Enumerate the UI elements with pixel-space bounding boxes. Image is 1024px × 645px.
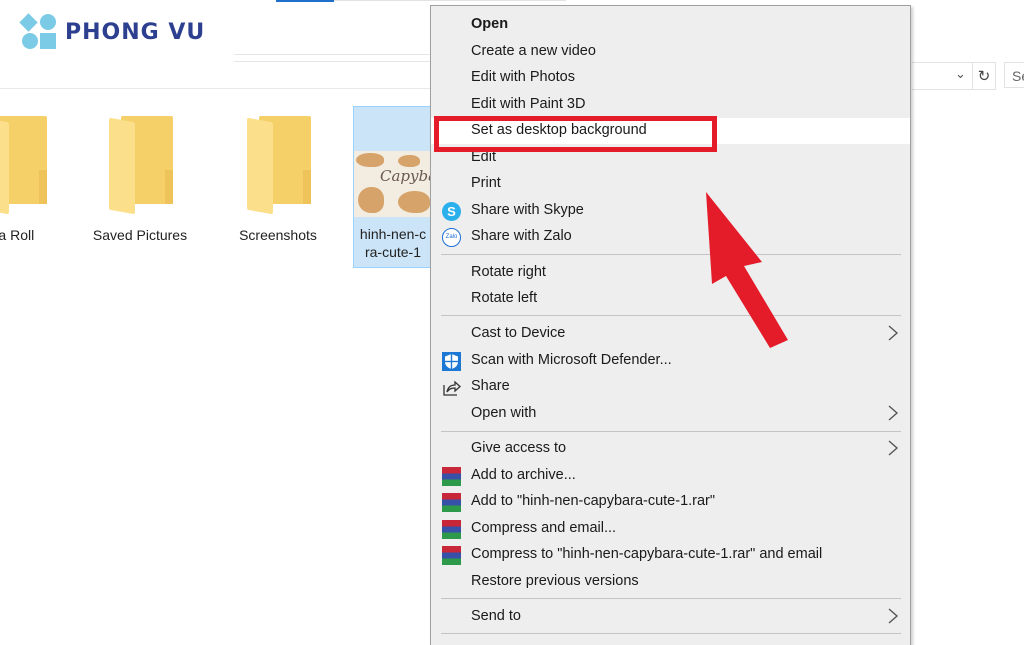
file-label: ra Roll [0,227,35,243]
menu-separator [441,315,901,316]
menu-separator [441,431,901,432]
menu-item-edit-photos[interactable]: Edit with Photos [431,65,910,91]
skype-icon: S [442,202,461,221]
menu-item-share-zalo[interactable]: Zalo Share with Zalo [431,224,910,250]
defender-icon [442,352,461,371]
logo-mark-icon [19,13,58,50]
menu-item-open[interactable]: Open [431,12,910,38]
red-arrow-annotation [706,192,788,348]
chevron-right-icon [888,608,899,624]
search-input[interactable]: Se [1004,62,1024,88]
refresh-button[interactable]: ↻ [972,62,996,90]
menu-separator [441,254,901,255]
folder-item[interactable]: ra Roll [0,106,64,244]
image-thumbnail: Capybara [354,151,432,217]
menu-item-compress-rar-email[interactable]: Compress to "hinh-nen-capybara-cute-1.ra… [431,542,910,568]
chevron-down-icon[interactable]: ⌄ [955,66,966,82]
content-divider [0,88,430,89]
ribbon-divider [234,54,430,55]
menu-separator [441,633,901,634]
menu-item-open-with[interactable]: Open with [431,401,910,427]
menu-item-send-to[interactable]: Send to [431,604,910,630]
zalo-icon: Zalo [442,228,461,247]
chevron-right-icon [888,325,899,341]
menu-item-share[interactable]: Share [431,374,910,400]
file-label: hinh-nen-c ra-cute-1 [359,226,427,260]
folder-icon [0,114,47,215]
winrar-icon [442,467,461,486]
menu-item-print[interactable]: Print [431,171,910,197]
winrar-icon [442,520,461,539]
menu-item-give-access[interactable]: Give access to [431,436,910,462]
menu-item-cast-to-device[interactable]: Cast to Device [431,321,910,347]
highlight-box [434,116,717,152]
menu-item-create-video[interactable]: Create a new video [431,39,910,65]
thumbnail-text: Capybara [380,167,432,185]
winrar-icon [442,493,461,512]
tab-strip-line [334,0,566,1]
folder-icon [107,114,173,215]
refresh-icon: ↻ [977,68,991,85]
file-label: Screenshots [239,227,317,243]
logo-text: PHONG VU [65,19,206,45]
share-icon [443,380,461,396]
active-tab-indicator [276,0,334,2]
menu-item-add-archive[interactable]: Add to archive... [431,463,910,489]
file-label: Saved Pictures [92,227,188,243]
menu-separator [441,598,901,599]
menu-item-restore-versions[interactable]: Restore previous versions [431,569,910,595]
image-file-item[interactable]: Capybara hinh-nen-cra-cute-1 [353,106,433,268]
menu-item-share-skype[interactable]: S Share with Skype [431,198,910,224]
winrar-icon [442,546,461,565]
menu-item-rotate-right[interactable]: Rotate right [431,260,910,286]
menu-item-scan-defender[interactable]: Scan with Microsoft Defender... [431,348,910,374]
menu-item-compress-email[interactable]: Compress and email... [431,516,910,542]
address-bar-edge [234,61,430,62]
menu-item-rotate-left[interactable]: Rotate left [431,286,910,312]
menu-item-add-rar[interactable]: Add to "hinh-nen-capybara-cute-1.rar" [431,489,910,515]
folder-icon [245,114,311,215]
brand-logo: PHONG VU [19,13,206,50]
menu-item-edit-paint3d[interactable]: Edit with Paint 3D [431,92,910,118]
chevron-right-icon [888,405,899,421]
folder-item[interactable]: Screenshots [228,106,328,244]
folder-item[interactable]: Saved Pictures [90,106,190,244]
chevron-right-icon [888,440,899,456]
context-menu: Open Create a new video Edit with Photos… [430,5,911,645]
